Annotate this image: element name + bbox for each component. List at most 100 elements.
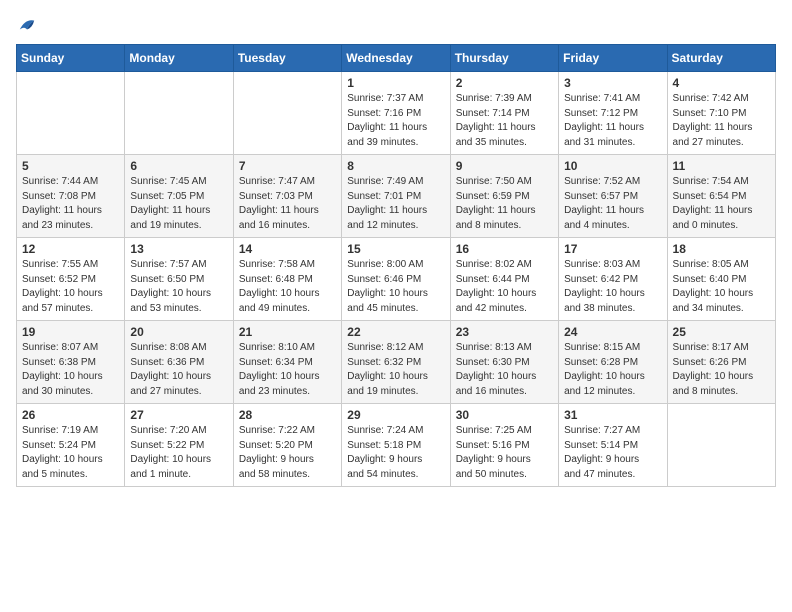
day-info: Sunrise: 7:52 AMSunset: 6:57 PMDaylight:… [564,175,661,233]
weekday-header-tuesday: Tuesday [233,45,341,72]
day-number: 19 [22,325,119,339]
calendar-cell [17,72,125,155]
day-info: Sunrise: 8:02 AMSunset: 6:44 PMDaylight:… [456,258,553,316]
calendar-week-row: 12 Sunrise: 7:55 AMSunset: 6:52 PMDayligh… [17,238,776,321]
calendar-cell: 23 Sunrise: 8:13 AMSunset: 6:30 PMDayligh… [450,321,558,404]
calendar-cell: 22 Sunrise: 8:12 AMSunset: 6:32 PMDayligh… [342,321,450,404]
day-info: Sunrise: 8:03 AMSunset: 6:42 PMDaylight:… [564,258,661,316]
day-number: 12 [22,242,119,256]
weekday-header-sunday: Sunday [17,45,125,72]
calendar-cell: 17 Sunrise: 8:03 AMSunset: 6:42 PMDayligh… [559,238,667,321]
day-number: 8 [347,159,444,173]
day-number: 13 [130,242,227,256]
calendar-cell [667,404,775,487]
day-number: 20 [130,325,227,339]
calendar-cell: 9 Sunrise: 7:50 AMSunset: 6:59 PMDaylight… [450,155,558,238]
day-number: 22 [347,325,444,339]
day-info: Sunrise: 7:55 AMSunset: 6:52 PMDaylight:… [22,258,119,316]
weekday-header-friday: Friday [559,45,667,72]
day-info: Sunrise: 7:47 AMSunset: 7:03 PMDaylight:… [239,175,336,233]
day-number: 21 [239,325,336,339]
day-info: Sunrise: 8:17 AMSunset: 6:26 PMDaylight:… [673,341,770,399]
day-info: Sunrise: 7:27 AMSunset: 5:14 PMDaylight:… [564,424,661,482]
calendar-cell [125,72,233,155]
day-number: 3 [564,76,661,90]
day-info: Sunrise: 7:37 AMSunset: 7:16 PMDaylight:… [347,92,444,150]
calendar-week-row: 5 Sunrise: 7:44 AMSunset: 7:08 PMDaylight… [17,155,776,238]
day-info: Sunrise: 8:07 AMSunset: 6:38 PMDaylight:… [22,341,119,399]
weekday-header-saturday: Saturday [667,45,775,72]
day-info: Sunrise: 7:19 AMSunset: 5:24 PMDaylight:… [22,424,119,482]
day-info: Sunrise: 7:44 AMSunset: 7:08 PMDaylight:… [22,175,119,233]
day-info: Sunrise: 7:41 AMSunset: 7:12 PMDaylight:… [564,92,661,150]
day-number: 16 [456,242,553,256]
day-number: 2 [456,76,553,90]
day-info: Sunrise: 7:49 AMSunset: 7:01 PMDaylight:… [347,175,444,233]
day-info: Sunrise: 7:22 AMSunset: 5:20 PMDaylight:… [239,424,336,482]
calendar-cell: 14 Sunrise: 7:58 AMSunset: 6:48 PMDayligh… [233,238,341,321]
calendar-cell: 28Sunrise: 7:22 AMSunset: 5:20 PMDayligh… [233,404,341,487]
calendar-cell: 31 Sunrise: 7:27 AMSunset: 5:14 PMDayligh… [559,404,667,487]
calendar-cell: 21 Sunrise: 8:10 AMSunset: 6:34 PMDayligh… [233,321,341,404]
calendar-cell: 4Sunrise: 7:42 AMSunset: 7:10 PMDaylight… [667,72,775,155]
day-info: Sunrise: 8:10 AMSunset: 6:34 PMDaylight:… [239,341,336,399]
calendar-cell: 2 Sunrise: 7:39 AMSunset: 7:14 PMDaylight… [450,72,558,155]
day-info: Sunrise: 7:50 AMSunset: 6:59 PMDaylight:… [456,175,553,233]
day-number: 1 [347,76,444,90]
day-info: Sunrise: 7:25 AMSunset: 5:16 PMDaylight:… [456,424,553,482]
calendar-cell: 29 Sunrise: 7:24 AMSunset: 5:18 PMDayligh… [342,404,450,487]
day-info: Sunrise: 8:12 AMSunset: 6:32 PMDaylight:… [347,341,444,399]
calendar-cell [233,72,341,155]
calendar-cell: 19 Sunrise: 8:07 AMSunset: 6:38 PMDayligh… [17,321,125,404]
calendar-week-row: 1 Sunrise: 7:37 AMSunset: 7:16 PMDaylight… [17,72,776,155]
calendar-cell: 26Sunrise: 7:19 AMSunset: 5:24 PMDayligh… [17,404,125,487]
logo-bird-icon [18,16,36,34]
day-info: Sunrise: 7:39 AMSunset: 7:14 PMDaylight:… [456,92,553,150]
day-number: 6 [130,159,227,173]
day-number: 10 [564,159,661,173]
day-info: Sunrise: 8:08 AMSunset: 6:36 PMDaylight:… [130,341,227,399]
calendar-cell: 8 Sunrise: 7:49 AMSunset: 7:01 PMDaylight… [342,155,450,238]
calendar-cell: 11Sunrise: 7:54 AMSunset: 6:54 PMDayligh… [667,155,775,238]
calendar-cell: 10 Sunrise: 7:52 AMSunset: 6:57 PMDayligh… [559,155,667,238]
day-number: 5 [22,159,119,173]
day-info: Sunrise: 8:13 AMSunset: 6:30 PMDaylight:… [456,341,553,399]
calendar-cell: 20 Sunrise: 8:08 AMSunset: 6:36 PMDayligh… [125,321,233,404]
calendar-cell: 15Sunrise: 8:00 AMSunset: 6:46 PMDayligh… [342,238,450,321]
day-info: Sunrise: 8:05 AMSunset: 6:40 PMDaylight:… [673,258,770,316]
day-number: 14 [239,242,336,256]
calendar-cell: 7Sunrise: 7:47 AMSunset: 7:03 PMDaylight… [233,155,341,238]
day-number: 17 [564,242,661,256]
calendar-cell: 13 Sunrise: 7:57 AMSunset: 6:50 PMDayligh… [125,238,233,321]
day-number: 9 [456,159,553,173]
day-number: 29 [347,408,444,422]
calendar-cell: 30 Sunrise: 7:25 AMSunset: 5:16 PMDayligh… [450,404,558,487]
calendar-week-row: 19 Sunrise: 8:07 AMSunset: 6:38 PMDayligh… [17,321,776,404]
day-number: 24 [564,325,661,339]
day-number: 31 [564,408,661,422]
calendar-cell: 12 Sunrise: 7:55 AMSunset: 6:52 PMDayligh… [17,238,125,321]
calendar-cell: 27Sunrise: 7:20 AMSunset: 5:22 PMDayligh… [125,404,233,487]
day-info: Sunrise: 7:57 AMSunset: 6:50 PMDaylight:… [130,258,227,316]
day-number: 23 [456,325,553,339]
calendar-cell: 6 Sunrise: 7:45 AMSunset: 7:05 PMDaylight… [125,155,233,238]
day-info: Sunrise: 7:24 AMSunset: 5:18 PMDaylight:… [347,424,444,482]
weekday-header-wednesday: Wednesday [342,45,450,72]
weekday-header-monday: Monday [125,45,233,72]
day-number: 18 [673,242,770,256]
calendar-cell: 25 Sunrise: 8:17 AMSunset: 6:26 PMDayligh… [667,321,775,404]
calendar-week-row: 26Sunrise: 7:19 AMSunset: 5:24 PMDayligh… [17,404,776,487]
day-info: Sunrise: 7:58 AMSunset: 6:48 PMDaylight:… [239,258,336,316]
day-number: 11 [673,159,770,173]
day-number: 30 [456,408,553,422]
weekday-header-thursday: Thursday [450,45,558,72]
day-info: Sunrise: 8:15 AMSunset: 6:28 PMDaylight:… [564,341,661,399]
page-header [16,16,776,32]
day-number: 25 [673,325,770,339]
calendar-cell: 18 Sunrise: 8:05 AMSunset: 6:40 PMDayligh… [667,238,775,321]
logo [16,16,36,32]
calendar-cell: 24 Sunrise: 8:15 AMSunset: 6:28 PMDayligh… [559,321,667,404]
day-info: Sunrise: 7:20 AMSunset: 5:22 PMDaylight:… [130,424,227,482]
day-info: Sunrise: 7:42 AMSunset: 7:10 PMDaylight:… [673,92,770,150]
day-info: Sunrise: 7:45 AMSunset: 7:05 PMDaylight:… [130,175,227,233]
